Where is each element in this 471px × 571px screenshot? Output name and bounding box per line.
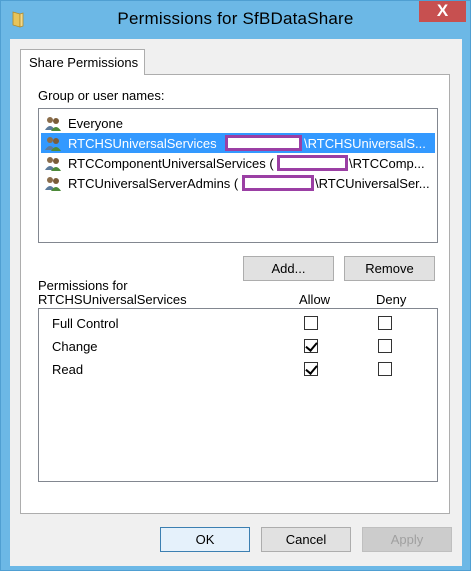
deny-checkbox[interactable] bbox=[378, 362, 392, 376]
group-name: RTCUniversalServerAdmins ( bbox=[68, 176, 239, 191]
permission-row-full-control: Full Control bbox=[39, 313, 437, 333]
group-domain: \RTCComp... bbox=[349, 156, 425, 171]
redaction-box bbox=[277, 155, 348, 171]
group-icon bbox=[45, 137, 61, 151]
group-domain: \RTCUniversalSer... bbox=[315, 176, 430, 191]
group-name: Everyone bbox=[68, 116, 123, 131]
allow-checkbox-checked[interactable] bbox=[304, 339, 318, 353]
cancel-button[interactable]: Cancel bbox=[261, 527, 351, 552]
group-icon bbox=[45, 157, 61, 171]
permission-name: Full Control bbox=[52, 316, 119, 331]
tab-panel: Group or user names: Everyone RTCHSUnive… bbox=[20, 74, 450, 514]
permissions-list: Full Control Change Read bbox=[38, 308, 438, 482]
group-icon bbox=[45, 177, 61, 191]
apply-button[interactable]: Apply bbox=[362, 527, 452, 552]
permission-name: Read bbox=[52, 362, 84, 377]
apply-button-label: Apply bbox=[390, 532, 424, 547]
permission-name: Change bbox=[52, 339, 98, 354]
redaction-box bbox=[242, 175, 314, 191]
allow-column-header: Allow bbox=[299, 292, 331, 307]
ok-button-label: OK bbox=[195, 532, 215, 547]
permissions-label-line1: Permissions for bbox=[38, 278, 128, 293]
title-bar[interactable]: Permissions for SfBDataShare X bbox=[1, 1, 470, 39]
groups-label-text: Group or user names: bbox=[38, 88, 165, 103]
group-icon bbox=[45, 117, 61, 131]
group-name: RTCComponentUniversalServices ( bbox=[68, 156, 274, 171]
deny-column-header: Deny bbox=[376, 292, 407, 307]
list-item-selected[interactable]: RTCHSUniversalServices \RTCHSUniversalS.… bbox=[41, 133, 435, 153]
remove-button[interactable]: Remove bbox=[344, 256, 435, 281]
permission-row-change: Change bbox=[39, 336, 437, 356]
window-title: Permissions for SfBDataShare bbox=[117, 9, 354, 28]
cancel-button-label: Cancel bbox=[285, 532, 327, 547]
tab-share-permissions[interactable]: Share Permissions bbox=[20, 49, 145, 75]
deny-checkbox[interactable] bbox=[378, 339, 392, 353]
group-name: RTCHSUniversalServices bbox=[68, 136, 217, 151]
group-domain: \RTCHSUniversalS... bbox=[304, 136, 426, 151]
list-item[interactable]: Everyone bbox=[41, 113, 435, 133]
permission-row-read: Read bbox=[39, 359, 437, 379]
redaction-box bbox=[225, 135, 302, 151]
allow-checkbox-checked[interactable] bbox=[304, 362, 318, 376]
allow-checkbox[interactable] bbox=[304, 316, 318, 330]
add-button[interactable]: Add... bbox=[243, 256, 334, 281]
list-item[interactable]: RTCComponentUniversalServices ( \RTCComp… bbox=[41, 153, 435, 173]
permissions-dialog: Permissions for SfBDataShare X Share Per… bbox=[0, 0, 471, 571]
dialog-body: Share Permissions Group or user names: E… bbox=[10, 39, 462, 566]
remove-button-label: Remove bbox=[365, 261, 414, 276]
groups-label: Group or user names: bbox=[38, 88, 164, 103]
add-button-label: Add... bbox=[271, 261, 306, 276]
close-button[interactable]: X bbox=[419, 1, 466, 22]
tab-label: Share Permissions bbox=[29, 55, 139, 70]
list-item[interactable]: RTCUniversalServerAdmins ( \RTCUniversal… bbox=[41, 173, 435, 193]
ok-button[interactable]: OK bbox=[160, 527, 250, 552]
deny-checkbox[interactable] bbox=[378, 316, 392, 330]
group-list[interactable]: Everyone RTCHSUniversalServices \RTCHSUn… bbox=[38, 108, 438, 243]
permissions-label-line2: RTCHSUniversalServices bbox=[38, 292, 187, 307]
